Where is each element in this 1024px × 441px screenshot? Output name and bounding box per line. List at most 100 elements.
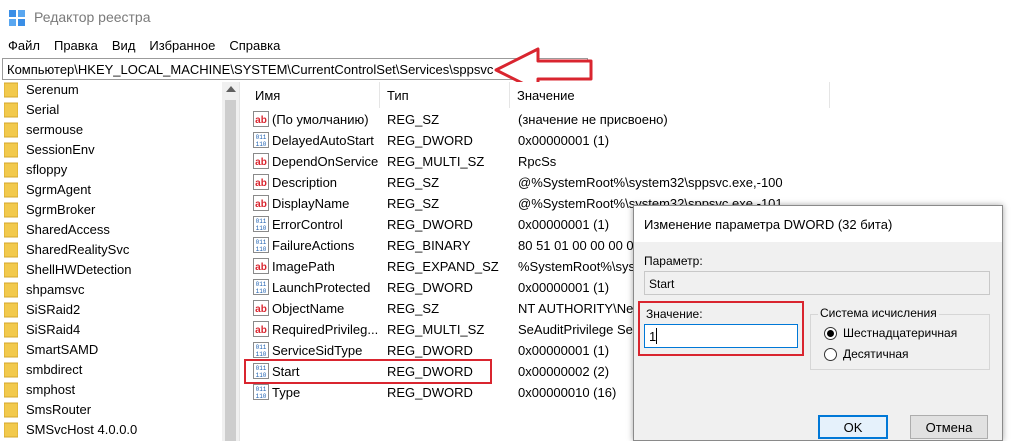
value-data: 0x00000001 (1) [518,343,610,358]
table-row[interactable]: 011 110 DelayedAutoStart REG_DWORD 0x0000000… [244,130,1024,151]
hex-radio-label[interactable]: Шестнадцатеричная [843,326,957,340]
svg-text:110: 110 [256,141,267,148]
string-value-icon: ab [253,300,269,316]
column-type[interactable]: Тип [387,88,409,103]
scrollbar-thumb[interactable] [225,100,236,441]
string-value-icon: ab [253,111,269,127]
svg-text:ab: ab [255,325,267,336]
tree-item[interactable]: SgrmAgent [0,180,220,200]
tree-item[interactable]: ShellHWDetection [0,260,220,280]
window-titlebar[interactable]: Редактор реестра [0,0,1024,34]
tree-item[interactable]: SiSRaid2 [0,300,220,320]
key-tree[interactable]: Serenum Serial sermouse SessionEnv sfloppy Sg… [0,82,222,441]
tree-item[interactable]: SMSvcHost 4.0.0.0 [0,420,220,440]
svg-text:ab: ab [255,304,267,315]
value-type: REG_DWORD [387,343,473,358]
tree-scrollbar[interactable] [222,82,239,441]
tree-item[interactable]: Serial [0,100,220,120]
column-name[interactable]: Имя [255,88,280,103]
value-type: REG_DWORD [387,217,473,232]
binary-value-icon: 011110 [253,237,269,253]
folder-icon [4,122,18,138]
column-divider[interactable] [509,82,510,108]
value-name: FailureActions [272,238,355,253]
hex-radio[interactable] [824,327,837,340]
tree-item[interactable]: SmartSAMD [0,340,220,360]
folder-icon [4,322,18,338]
tree-item[interactable]: SmsRouter [0,400,220,420]
svg-text:011: 011 [256,134,267,141]
svg-text:011: 011 [256,344,267,351]
table-row[interactable]: ab DependOnService REG_MULTI_SZ RpcSs [244,151,1024,172]
value-type: REG_DWORD [387,280,473,295]
table-row[interactable]: ab (По умолчанию) REG_SZ (значение не присв… [244,109,1024,130]
binary-value-icon: 011110 [253,132,269,148]
tree-item-label: smbdirect [26,362,83,377]
base-groupbox [810,314,990,370]
list-header: Имя Тип Значение [244,82,1024,108]
string-value-icon: ab [253,195,269,211]
menu-favorites[interactable]: Избранное [142,36,222,56]
binary-value-icon: 011110 [253,384,269,400]
svg-text:ab: ab [255,199,267,210]
tree-item[interactable]: shpamsvc [0,280,220,300]
folder-icon [4,82,18,98]
svg-text:110: 110 [256,351,267,358]
tree-item-label: SgrmAgent [26,182,92,197]
parameter-label: Параметр: [644,254,703,268]
folder-icon [4,102,18,118]
string-value-icon: ab [253,258,269,274]
string-value-icon: ab [253,153,269,169]
registry-editor-icon [9,10,25,26]
svg-text:ab: ab [255,262,267,273]
tree-item[interactable]: smbdirect [0,360,220,380]
svg-text:ab: ab [255,157,267,168]
folder-icon [4,382,18,398]
tree-item-label: sermouse [26,122,84,137]
menu-file[interactable]: Файл [0,36,47,56]
value-type: REG_SZ [387,196,440,211]
menu-view[interactable]: Вид [105,36,143,56]
dialog-titlebar[interactable]: Изменение параметра DWORD (32 бита) [634,206,1002,242]
tree-item[interactable]: sermouse [0,120,220,140]
tree-item[interactable]: SgrmBroker [0,200,220,220]
column-divider[interactable] [379,82,380,108]
svg-text:011: 011 [256,281,267,288]
tree-item-label: shpamsvc [26,282,85,297]
tree-item[interactable]: sfloppy [0,160,220,180]
value-name: DisplayName [272,196,350,211]
value-name: RequiredPrivileg... [272,322,379,337]
value-name: Description [272,175,338,190]
decimal-radio[interactable] [824,348,837,361]
value-data: 0x00000001 (1) [518,280,610,295]
tree-item-label: sfloppy [26,162,68,177]
parameter-name: Start [649,277,675,291]
value-type: REG_DWORD [387,133,473,148]
tree-item-label: Serenum [26,82,79,97]
table-row[interactable]: ab Description REG_SZ @%SystemRoot%\system3… [244,172,1024,193]
tree-item[interactable]: smphost [0,380,220,400]
tree-item[interactable]: Serenum [0,82,220,100]
value-name: ErrorControl [272,217,343,232]
menu-bar: Файл Правка Вид Избранное Справка [0,36,287,56]
window-title: Редактор реестра [34,9,151,25]
tree-item-label: Serial [26,102,60,117]
folder-icon [4,402,18,418]
ok-button[interactable]: OK [818,415,888,439]
tree-item[interactable]: SessionEnv [0,140,220,160]
tree-item[interactable]: SharedAccess [0,220,220,240]
decimal-radio-label[interactable]: Десятичная [843,347,909,361]
tree-item-label: SMSvcHost 4.0.0.0 [26,422,138,437]
menu-edit[interactable]: Правка [47,36,105,56]
scroll-up-icon[interactable] [226,86,236,92]
column-value[interactable]: Значение [517,88,575,103]
folder-icon [4,362,18,378]
tree-item-label: SiSRaid2 [26,302,81,317]
tree-item[interactable]: SiSRaid4 [0,320,220,340]
tree-item[interactable]: SharedRealitySvc [0,240,220,260]
menu-help[interactable]: Справка [222,36,287,56]
column-divider[interactable] [829,82,830,108]
folder-icon [4,202,18,218]
svg-text:110: 110 [256,246,267,253]
cancel-button[interactable]: Отмена [910,415,988,439]
